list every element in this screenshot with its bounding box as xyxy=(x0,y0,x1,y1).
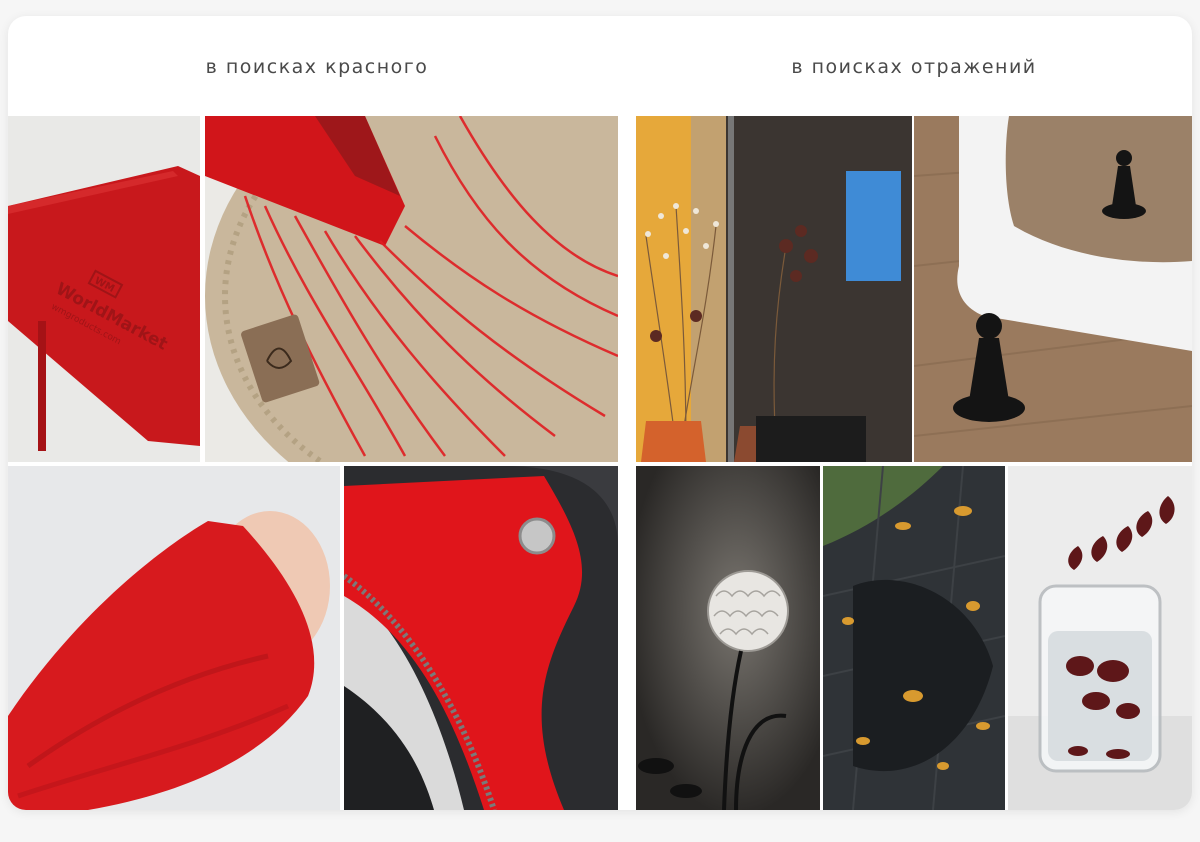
collage-card: в поисках красного в поисках отражений W… xyxy=(8,16,1192,810)
photo-glass-leaves xyxy=(1008,466,1192,810)
photo-mirror-flowers xyxy=(636,116,912,462)
photo-chess-mirror xyxy=(914,116,1192,462)
photo-red-sleeve xyxy=(8,466,340,810)
photo-red-bag xyxy=(344,466,618,810)
left-caption: в поисках красного xyxy=(205,56,429,78)
photo-red-scarf xyxy=(205,116,618,462)
photo-glass-lamp xyxy=(636,466,820,810)
photo-puddle-leaves xyxy=(823,466,1005,810)
photo-red-notebook: WM WorldMarket wmgroducts.com xyxy=(8,116,200,462)
right-caption: в поисках отражений xyxy=(791,56,1037,78)
